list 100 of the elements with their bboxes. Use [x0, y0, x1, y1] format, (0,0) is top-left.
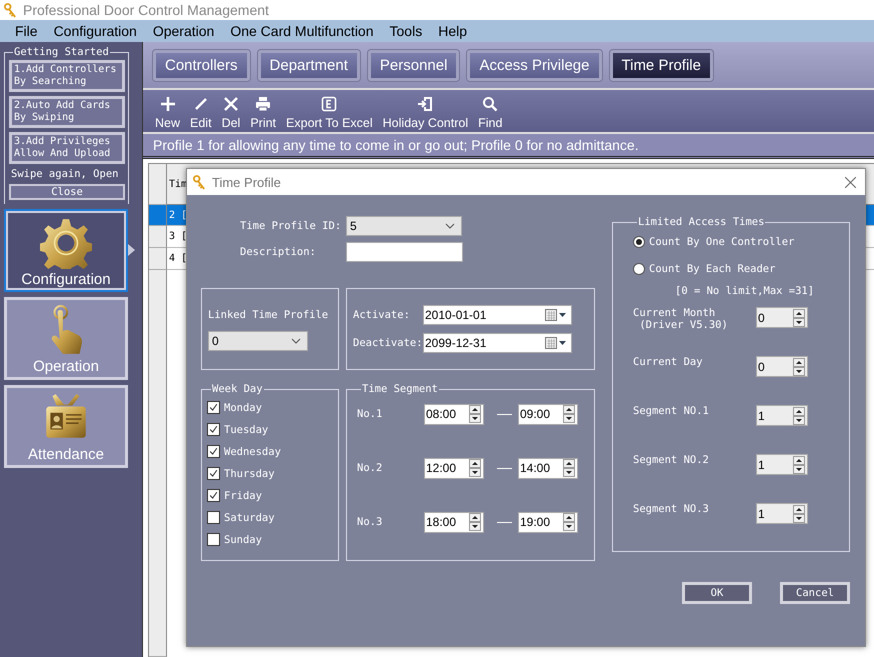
step-button[interactable]: 2.Auto Add Cards By Swiping [9, 96, 125, 128]
close-icon[interactable] [845, 176, 856, 188]
toolbar-button[interactable]: Holiday Control [382, 96, 468, 130]
group-title: Week Day [211, 383, 264, 395]
printer-icon [255, 96, 272, 112]
spinner-icon [469, 405, 481, 423]
toolbar-button[interactable]: Edit [190, 96, 212, 130]
checkbox[interactable] [207, 445, 220, 458]
toolbar-button[interactable]: Print [250, 96, 276, 130]
time-field[interactable]: 18:00 [424, 512, 484, 532]
checkbox[interactable] [207, 423, 220, 436]
description-field[interactable] [346, 242, 463, 262]
limit-hint: [0 = No limit,Max =31] [675, 285, 816, 297]
calendar-icon [545, 337, 567, 349]
keys-icon [193, 174, 206, 190]
checkbox-label: Sunday [224, 534, 262, 546]
menu-item[interactable]: Operation [144, 23, 222, 39]
checkbox-label: Monday [224, 402, 262, 414]
tab[interactable]: Personnel [368, 50, 460, 80]
counter-label: Current Day [633, 356, 704, 368]
spreadsheet-icon [321, 96, 338, 112]
radio-label: Count By One Controller [649, 236, 794, 248]
field-label: Deactivate: [353, 337, 423, 349]
info-text: Profile 1 for allowing any time to come in or go out; Profile 0 for no admittance. [153, 137, 639, 153]
toolbar-button[interactable]: Del [222, 96, 240, 130]
tab[interactable]: Access Privilege [467, 50, 602, 80]
pointer-icon [128, 244, 135, 256]
step-button[interactable]: 1.Add Controllers By Searching [9, 60, 125, 92]
field-label: Description: [240, 246, 317, 258]
group-title: Getting Started [13, 46, 110, 58]
group-title: Limited Access Times [637, 216, 766, 228]
spinner-icon [793, 456, 805, 474]
menu-item[interactable]: File [7, 23, 46, 39]
close-icon [222, 96, 239, 112]
spinner-icon [563, 459, 575, 477]
dialog-button[interactable]: Cancel [780, 582, 850, 604]
calendar-icon [545, 309, 567, 321]
spinner-icon [793, 358, 805, 376]
tab[interactable]: Controllers [153, 50, 250, 80]
segment-label: No.2 [357, 462, 384, 474]
segment-label: No.1 [357, 408, 384, 420]
counter-label: Segment NO.2 [633, 454, 710, 466]
field-label: Linked Time Profile [208, 309, 330, 321]
tab[interactable]: Department [258, 50, 360, 80]
spinner-icon [563, 513, 575, 531]
date-field[interactable]: 2010-01-01 [423, 305, 572, 325]
step-button[interactable]: 3.Add Privileges Allow And Upload [9, 132, 125, 164]
time-field[interactable]: 09:00 [518, 404, 578, 424]
gear-icon [40, 217, 92, 269]
checkbox-label: Friday [224, 490, 262, 502]
field-label: Activate: [353, 309, 411, 321]
search-icon [482, 96, 498, 112]
number-field[interactable]: 0 [756, 356, 808, 377]
time-field[interactable]: 08:00 [424, 404, 484, 424]
time-field[interactable]: 19:00 [518, 512, 578, 532]
number-field[interactable]: 1 [756, 503, 808, 524]
toolbar-button[interactable]: New [155, 96, 180, 130]
time-field[interactable]: 14:00 [518, 458, 578, 478]
counter-label: Segment NO.1 [633, 405, 710, 417]
checkbox-label: Saturday [224, 512, 275, 524]
dialog-button[interactable]: OK [682, 582, 752, 604]
import-icon [417, 96, 434, 112]
spinner-icon [469, 459, 481, 477]
tab[interactable]: Time Profile [610, 50, 713, 80]
toolbar-button[interactable]: Export To Excel [286, 96, 373, 130]
menu-item[interactable]: Help [430, 23, 475, 39]
time-field[interactable]: 12:00 [424, 458, 484, 478]
plus-icon [160, 96, 176, 112]
menu-item[interactable]: One Card Multifunction [222, 23, 382, 39]
checkbox[interactable] [207, 401, 220, 414]
profile-id-select[interactable]: 5 [346, 216, 462, 236]
counter-label: Segment NO.3 [633, 503, 710, 515]
checkbox[interactable] [207, 467, 220, 480]
radio-button[interactable] [633, 236, 645, 248]
menu-item[interactable]: Configuration [46, 23, 145, 39]
toolbar-button[interactable]: Find [478, 96, 502, 130]
radio-label: Count By Each Reader [649, 263, 776, 275]
checkbox-label: Tuesday [224, 424, 268, 436]
number-field[interactable]: 1 [756, 405, 808, 426]
checkbox[interactable] [207, 489, 220, 502]
swipe-note: Swipe again, Open [10, 168, 120, 180]
pencil-icon [192, 96, 209, 112]
checkbox[interactable] [207, 511, 220, 524]
checkbox-label: Thursday [224, 468, 275, 480]
spinner-icon [469, 513, 481, 531]
checkbox[interactable] [207, 533, 220, 546]
date-field[interactable]: 2099-12-31 [423, 333, 572, 353]
number-field[interactable]: 0 [756, 307, 808, 328]
keys-icon [4, 2, 17, 18]
menu-item[interactable]: Tools [382, 23, 430, 39]
checkbox-label: Wednesday [224, 446, 281, 458]
radio-button[interactable] [633, 263, 645, 275]
group-title: Time Segment [361, 383, 439, 395]
counter-label: Current Month (Driver V5.30) [633, 307, 729, 331]
linked-profile-select[interactable]: 0 [208, 331, 308, 351]
spinner-icon [793, 504, 805, 522]
spinner-icon [793, 406, 805, 424]
close-button[interactable]: Close [9, 184, 125, 200]
segment-label: No.3 [357, 516, 384, 528]
number-field[interactable]: 1 [756, 454, 808, 475]
